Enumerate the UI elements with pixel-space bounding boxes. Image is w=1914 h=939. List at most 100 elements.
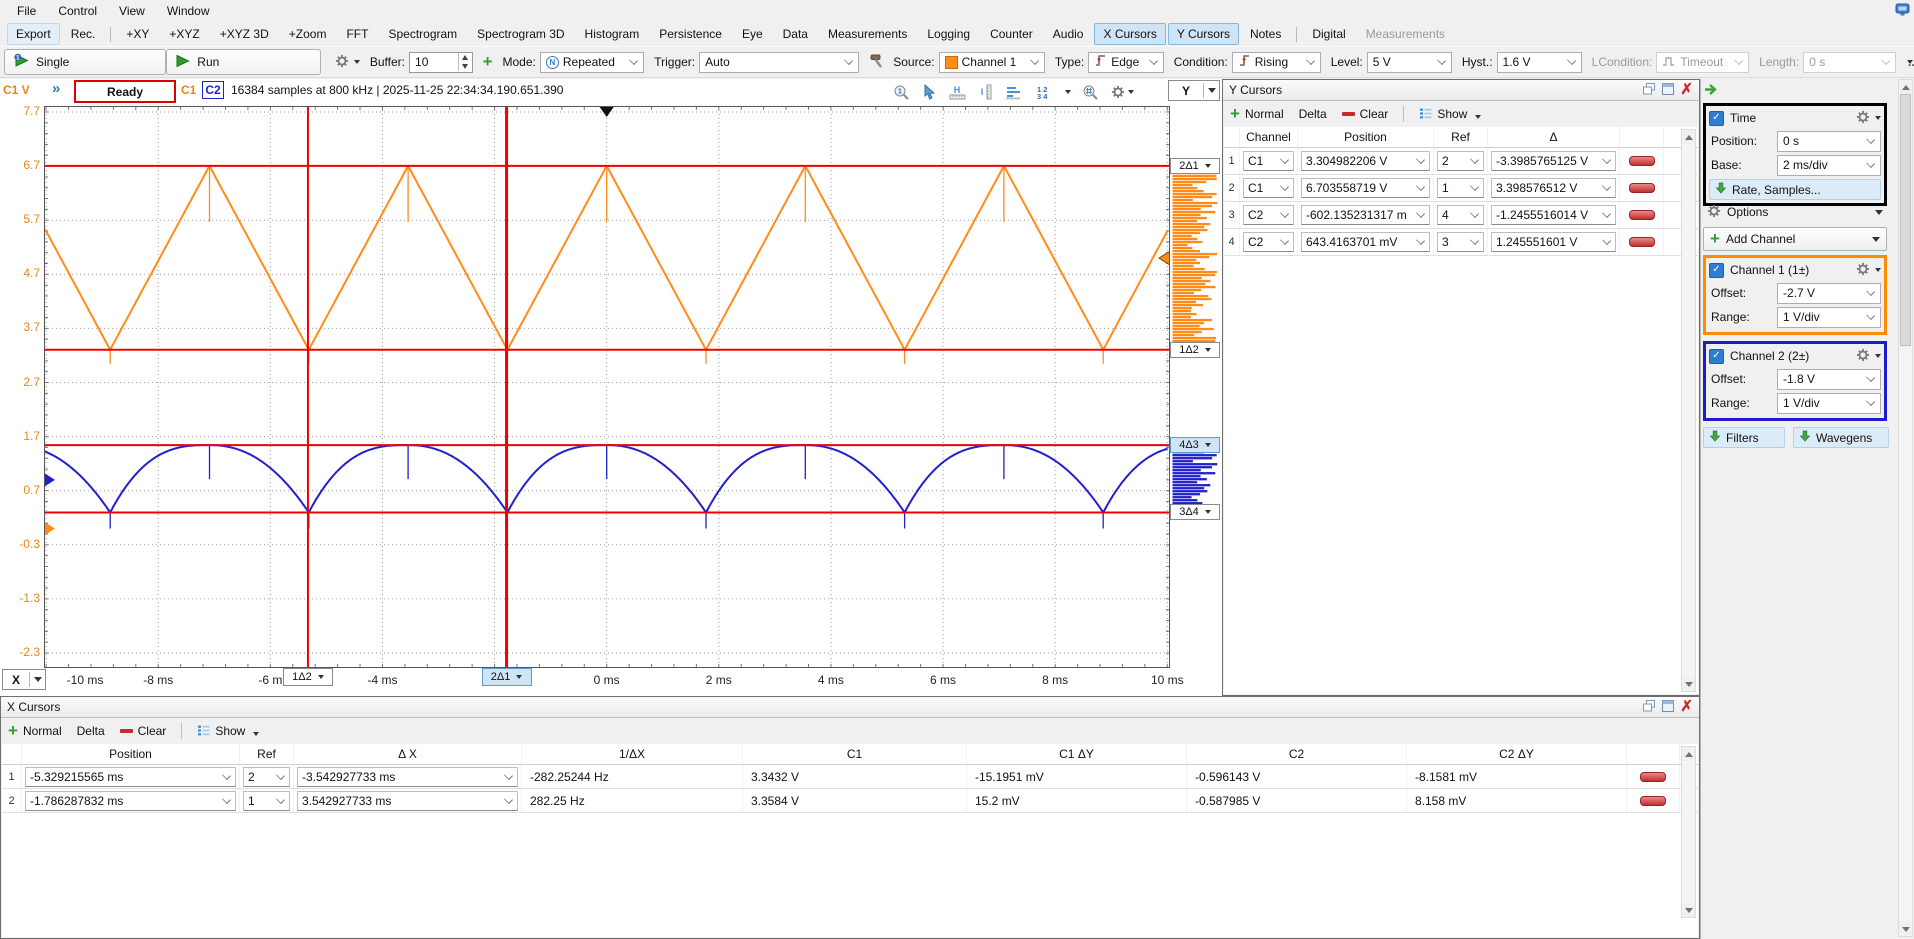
y-cursor-dropdown[interactable]: 3 xyxy=(1437,232,1484,252)
y-cursor-dropdown[interactable]: C2 xyxy=(1243,232,1294,252)
cursor-color-pill[interactable] xyxy=(1629,237,1655,247)
view-tab-x-cursors[interactable]: X Cursors xyxy=(1094,23,1165,45)
measure-height-icon[interactable]: I xyxy=(978,84,994,100)
x-axis-selector[interactable]: X xyxy=(2,669,46,690)
x-cursor-cell-x[interactable]: -3.542927733 ms xyxy=(294,765,522,788)
y-cursor-dropdown[interactable]: C1 xyxy=(1243,151,1294,171)
run-button[interactable]: Run xyxy=(166,49,321,75)
channel2-range-dropdown[interactable]: 1 V/div xyxy=(1777,393,1881,414)
channel2-checkbox[interactable] xyxy=(1709,349,1724,364)
add-mode-icon[interactable]: + xyxy=(483,57,493,67)
cursor-color-pill[interactable] xyxy=(1640,772,1666,782)
channel1-offset-dropdown[interactable]: -2.7 V xyxy=(1777,283,1881,304)
maximize-window-icon[interactable] xyxy=(1662,700,1674,715)
c2-badge[interactable]: C2 xyxy=(202,81,224,99)
c1-badge[interactable]: C1 xyxy=(181,83,196,97)
view-tab-export[interactable]: Export xyxy=(7,23,60,45)
close-window-icon[interactable]: ✗ xyxy=(1680,701,1693,713)
trigger-position-marker[interactable] xyxy=(600,107,614,117)
y-cursor-color-button[interactable] xyxy=(1620,148,1664,174)
rate-samples-button[interactable]: Rate, Samples... xyxy=(1709,179,1881,200)
pointer-icon[interactable] xyxy=(922,84,938,100)
time-base-dropdown[interactable]: 2 ms/div xyxy=(1777,155,1881,176)
y-cursors-titlebar[interactable]: Y Cursors ✗ xyxy=(1223,80,1699,101)
view-tab-xyz-3d[interactable]: +XYZ 3D xyxy=(211,23,278,45)
single-button[interactable]: 1 Single xyxy=(4,49,166,75)
x-cursor-tag-1-2[interactable]: 1Δ2 xyxy=(283,668,333,686)
zoom-1-icon[interactable]: 1 xyxy=(893,84,911,100)
measure-width-icon[interactable]: H xyxy=(949,84,967,100)
view-tab-audio[interactable]: Audio xyxy=(1044,23,1093,45)
view-tab-counter[interactable]: Counter xyxy=(981,23,1042,45)
y-cursor-tag-2-1[interactable]: 2Δ1 xyxy=(1170,158,1220,174)
x-cursor-color-button[interactable] xyxy=(1627,789,1680,812)
y-cursor-dropdown[interactable]: 6.703558719 V xyxy=(1301,178,1430,198)
c1-offset-marker[interactable] xyxy=(44,522,55,536)
x-cursor-dropdown[interactable]: 3.542927733 ms xyxy=(297,791,518,811)
float-window-icon[interactable] xyxy=(1643,700,1656,715)
close-window-icon[interactable]: ✗ xyxy=(1680,84,1693,96)
sidebar-scrollbar[interactable] xyxy=(1898,79,1913,937)
x-cursor-cell-ref[interactable]: 2 xyxy=(240,765,294,788)
view-tab-histogram[interactable]: Histogram xyxy=(576,23,649,45)
view-tab-fft[interactable]: FFT xyxy=(337,23,377,45)
view-tab-spectrogram[interactable]: Spectrogram xyxy=(379,23,466,45)
options-row[interactable]: Options xyxy=(1703,201,1887,223)
y-axis-selector[interactable]: Y xyxy=(1168,80,1220,101)
y-cursor-dropdown[interactable]: C2 xyxy=(1243,205,1294,225)
y-cursor-cell-ref[interactable]: 2 xyxy=(1434,148,1488,174)
float-window-icon[interactable] xyxy=(1643,83,1656,98)
y-cursor-cell-[interactable]: -1.2455516014 V xyxy=(1488,202,1620,228)
view-tab-digital[interactable]: Digital xyxy=(1303,23,1354,45)
y-cursor-dropdown[interactable]: 4 xyxy=(1437,205,1484,225)
y-cursor-color-button[interactable] xyxy=(1620,229,1664,255)
x-add-delta-cursor-button[interactable]: Delta xyxy=(77,724,105,738)
time-position-dropdown[interactable]: 0 s xyxy=(1777,131,1881,152)
c2-offset-marker[interactable] xyxy=(44,473,55,487)
zoom-grid-icon[interactable] xyxy=(1082,84,1100,100)
cursor-1234-icon[interactable]: 1 23 4 xyxy=(1034,84,1051,100)
y-cursor-dropdown[interactable]: 1.245551601 V xyxy=(1491,232,1616,252)
y-cursor-cell-[interactable]: 1.245551601 V xyxy=(1488,229,1620,255)
oscilloscope-plot[interactable] xyxy=(44,106,1170,668)
y-cursor-cell-channel[interactable]: C1 xyxy=(1240,175,1298,201)
view-tab-rec[interactable]: Rec. xyxy=(62,23,105,45)
y-cursor-cell-channel[interactable]: C2 xyxy=(1240,229,1298,255)
cursor-color-pill[interactable] xyxy=(1629,210,1655,220)
x-cursor-cell-position[interactable]: -1.786287832 ms xyxy=(22,789,240,812)
menu-file[interactable]: File xyxy=(6,1,47,21)
x-cursor-dropdown[interactable]: 1 xyxy=(243,791,290,811)
view-tab-measurements[interactable]: Measurements xyxy=(819,23,916,45)
trigger-level-marker[interactable] xyxy=(1159,251,1170,265)
view-tab-notes[interactable]: Notes xyxy=(1241,23,1290,45)
view-tab-spectrogram-3d[interactable]: Spectrogram 3D xyxy=(468,23,573,45)
y-cursor-color-button[interactable] xyxy=(1620,175,1664,201)
y-clear-cursors-button[interactable]: Clear xyxy=(1342,107,1389,121)
y-cursor-cell-[interactable]: 3.398576512 V xyxy=(1488,175,1620,201)
y-cursor-color-button[interactable] xyxy=(1620,202,1664,228)
y-cursor-tag-3-4[interactable]: 3Δ4 xyxy=(1170,504,1220,520)
y-cursor-dropdown[interactable]: 1 xyxy=(1437,178,1484,198)
view-tab-zoom[interactable]: +Zoom xyxy=(280,23,336,45)
y-add-delta-cursor-button[interactable]: Delta xyxy=(1299,107,1327,121)
cursor-color-pill[interactable] xyxy=(1629,156,1655,166)
y-cursor-cell-channel[interactable]: C2 xyxy=(1240,202,1298,228)
view-tab-xy[interactable]: +XY xyxy=(117,23,158,45)
channel1-range-dropdown[interactable]: 1 V/div xyxy=(1777,307,1881,328)
plot-settings-gear-icon[interactable] xyxy=(1111,85,1134,99)
time-checkbox[interactable] xyxy=(1709,111,1724,126)
fast-forward-icon[interactable]: » xyxy=(52,80,60,97)
y-cursor-cell-ref[interactable]: 1 xyxy=(1434,175,1488,201)
y-cursor-cell-position[interactable]: 3.304982206 V xyxy=(1298,148,1434,174)
cursor-menu-caret[interactable] xyxy=(1065,90,1071,94)
y-show-menu-button[interactable]: Show xyxy=(1419,107,1481,122)
y-table-scrollbar[interactable] xyxy=(1681,129,1696,692)
filters-button[interactable]: Filters xyxy=(1703,427,1785,448)
maximize-window-icon[interactable] xyxy=(1662,83,1674,98)
y-cursor-dropdown[interactable]: 643.4163701 mV xyxy=(1301,232,1430,252)
y-cursor-cell-channel[interactable]: C1 xyxy=(1240,148,1298,174)
y-cursor-dropdown[interactable]: -3.3985765125 V xyxy=(1491,151,1616,171)
mode-dropdown[interactable]: N Repeated xyxy=(540,52,644,73)
y-cursor-cell-position[interactable]: 643.4163701 mV xyxy=(1298,229,1434,255)
y-add-normal-cursor-button[interactable]: +Normal xyxy=(1230,107,1284,121)
